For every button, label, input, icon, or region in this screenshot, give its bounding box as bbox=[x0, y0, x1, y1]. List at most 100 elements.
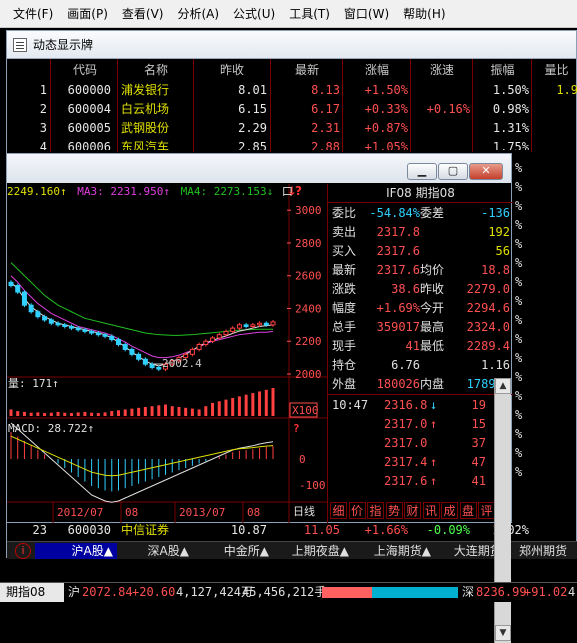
panel-button-0[interactable]: 细 bbox=[330, 502, 347, 519]
volume-bar bbox=[197, 409, 201, 416]
info-icon[interactable]: i bbox=[15, 543, 31, 559]
table-header: 代码 名称 昨收 最新 涨幅 涨速 振幅 量比 bbox=[7, 61, 577, 80]
volume-bar bbox=[90, 412, 94, 416]
menu-analysis[interactable]: 分析(A) bbox=[170, 0, 226, 28]
menu-file[interactable]: 文件(F) bbox=[6, 0, 60, 28]
scroll-down-icon[interactable]: ▼ bbox=[495, 625, 511, 641]
amp-cell-partial: % bbox=[515, 275, 523, 289]
col-header-code[interactable]: 代码 bbox=[55, 61, 115, 80]
tab-night[interactable]: 上期夜盘▲ bbox=[273, 543, 353, 559]
table-row[interactable]: 3 600005 武钢股份 2.29 2.31 +0.87% 1.31% bbox=[7, 119, 577, 138]
tab-czce[interactable]: 郑州期货 bbox=[515, 543, 577, 559]
col-header-amp[interactable]: 振幅 bbox=[476, 61, 529, 80]
row-index: 4 bbox=[39, 140, 47, 150]
table-row[interactable]: 1 600000 浦发银行 8.01 8.13 +1.50% 1.50% 1.9 bbox=[7, 81, 577, 100]
maximize-button[interactable]: ▢ bbox=[438, 163, 468, 180]
volume-bar bbox=[170, 406, 174, 416]
info-value: 2279.0 bbox=[466, 282, 510, 296]
status-tab[interactable]: 期指08 bbox=[0, 583, 64, 602]
row-last: 11.05 bbox=[303, 523, 340, 537]
table-row[interactable]: 23 600030 中信证券 10.87 11.05 +1.66% -0.09%… bbox=[7, 521, 577, 540]
col-header-chg[interactable]: 涨幅 bbox=[346, 61, 408, 80]
help-icon[interactable]: ? bbox=[293, 422, 300, 435]
volume-bar bbox=[237, 396, 241, 416]
candle-body bbox=[230, 327, 236, 332]
candle-body bbox=[122, 344, 128, 350]
panel-button-5[interactable]: 讯 bbox=[422, 502, 440, 519]
row-name: 中信证券 bbox=[121, 523, 170, 537]
col-header-vr[interactable]: 量比 bbox=[535, 61, 577, 80]
info-value: 2317.6 bbox=[376, 244, 420, 258]
sz-label: 深 bbox=[462, 585, 475, 599]
tick-arrow: ↑ bbox=[430, 455, 438, 469]
candle-body bbox=[55, 322, 61, 326]
tick-arrow: ↑ bbox=[430, 474, 438, 488]
quote-board-titlebar[interactable]: 动态显示牌 bbox=[7, 31, 576, 59]
chart-titlebar[interactable]: ▁ ▢ ✕ bbox=[7, 154, 511, 183]
info-value: 18.8 bbox=[481, 263, 510, 277]
candle-body bbox=[8, 281, 14, 287]
panel-button-3[interactable]: 势 bbox=[385, 502, 403, 519]
tick-volume: 41 bbox=[471, 474, 486, 488]
row-chg: +1.05% bbox=[364, 140, 408, 150]
menu-screen[interactable]: 画面(P) bbox=[60, 0, 115, 28]
amp-cell-partial: % bbox=[515, 180, 523, 194]
candle-body bbox=[68, 325, 74, 329]
tab-sz-a[interactable]: 深A股▲ bbox=[117, 543, 193, 559]
candle-body bbox=[28, 304, 34, 313]
row-name: 白云机场 bbox=[121, 102, 170, 116]
row-last: 2.88 bbox=[311, 140, 340, 150]
ma-prefix: 2249.160↑ bbox=[7, 185, 67, 198]
period-label[interactable]: 日线 bbox=[293, 504, 315, 518]
chart-window: ▁ ▢ ✕ 2000 2200 2400 2600 2800 3000 0 -100 201… bbox=[6, 153, 513, 643]
date-label: 08 bbox=[247, 506, 260, 519]
macd-tick-label: -100 bbox=[299, 479, 326, 492]
col-header-name[interactable]: 名称 bbox=[121, 61, 191, 80]
menu-tools[interactable]: 工具(T) bbox=[282, 0, 337, 28]
col-header-last[interactable]: 最新 bbox=[274, 61, 340, 80]
candle-body bbox=[89, 330, 95, 334]
price-tick-label: 2800 bbox=[295, 237, 322, 250]
candle-body bbox=[250, 324, 256, 327]
tick-volume: 47 bbox=[471, 455, 486, 469]
row-amp: 1.75% bbox=[492, 140, 529, 150]
menu-bar: 文件(F) 画面(P) 查看(V) 分析(A) 公式(U) 工具(T) 窗口(W… bbox=[0, 0, 577, 28]
table-row[interactable]: 2 600004 白云机场 6.15 6.17 +0.33% +0.16% 0.… bbox=[7, 100, 577, 119]
table-row[interactable]: 4 600006 东风汽车 2.85 2.88 +1.05% 1.75% bbox=[7, 138, 577, 150]
menu-formula[interactable]: 公式(U) bbox=[226, 0, 282, 28]
panel-button-7[interactable]: 盘 bbox=[459, 502, 477, 519]
panel-button-2[interactable]: 指 bbox=[367, 502, 384, 519]
tab-shfe[interactable]: 上海期货▲ bbox=[353, 543, 435, 559]
info-value: 38.6 bbox=[391, 282, 420, 296]
row-prev: 2.29 bbox=[238, 121, 267, 135]
panel-button-4[interactable]: 财 bbox=[404, 502, 421, 519]
menu-help[interactable]: 帮助(H) bbox=[396, 0, 445, 28]
volume-bar bbox=[258, 391, 262, 416]
info-label: 涨跌 bbox=[332, 282, 357, 296]
col-header-prev[interactable]: 昨收 bbox=[197, 61, 267, 80]
scroll-up-icon[interactable]: ▲ bbox=[495, 378, 511, 394]
panel-button-8[interactable]: 评 bbox=[478, 502, 495, 519]
sh-change: +20.60 bbox=[132, 585, 176, 599]
candle-body bbox=[243, 324, 249, 327]
volume-bar bbox=[264, 389, 268, 416]
row-chg: +0.87% bbox=[364, 121, 408, 135]
row-code: 600006 bbox=[67, 140, 111, 150]
panel-button-1[interactable]: 价 bbox=[348, 502, 366, 519]
volume-bar bbox=[190, 408, 194, 416]
tab-cffex[interactable]: 中金所▲ bbox=[193, 543, 273, 559]
menu-window[interactable]: 窗口(W) bbox=[337, 0, 396, 28]
col-header-speed[interactable]: 涨速 bbox=[414, 61, 470, 80]
tick-price: 2317.0 bbox=[384, 436, 428, 450]
tab-sh-a[interactable]: 沪A股▲ bbox=[35, 543, 117, 559]
minimize-button[interactable]: ▁ bbox=[407, 163, 437, 180]
question-icon[interactable]: ? bbox=[295, 184, 302, 198]
kline-chart[interactable]: 2000 2200 2400 2600 2800 3000 0 -100 2012/07 08… bbox=[7, 184, 327, 523]
info-value: 192 bbox=[488, 225, 510, 239]
row-last: 6.17 bbox=[311, 102, 340, 116]
menu-view[interactable]: 查看(V) bbox=[115, 0, 171, 28]
panel-button-6[interactable]: 成 bbox=[441, 502, 458, 519]
tick-scrollbar[interactable]: ▲ ▼ bbox=[494, 378, 511, 643]
close-button[interactable]: ✕ bbox=[469, 163, 503, 180]
volume-bar bbox=[110, 411, 114, 416]
